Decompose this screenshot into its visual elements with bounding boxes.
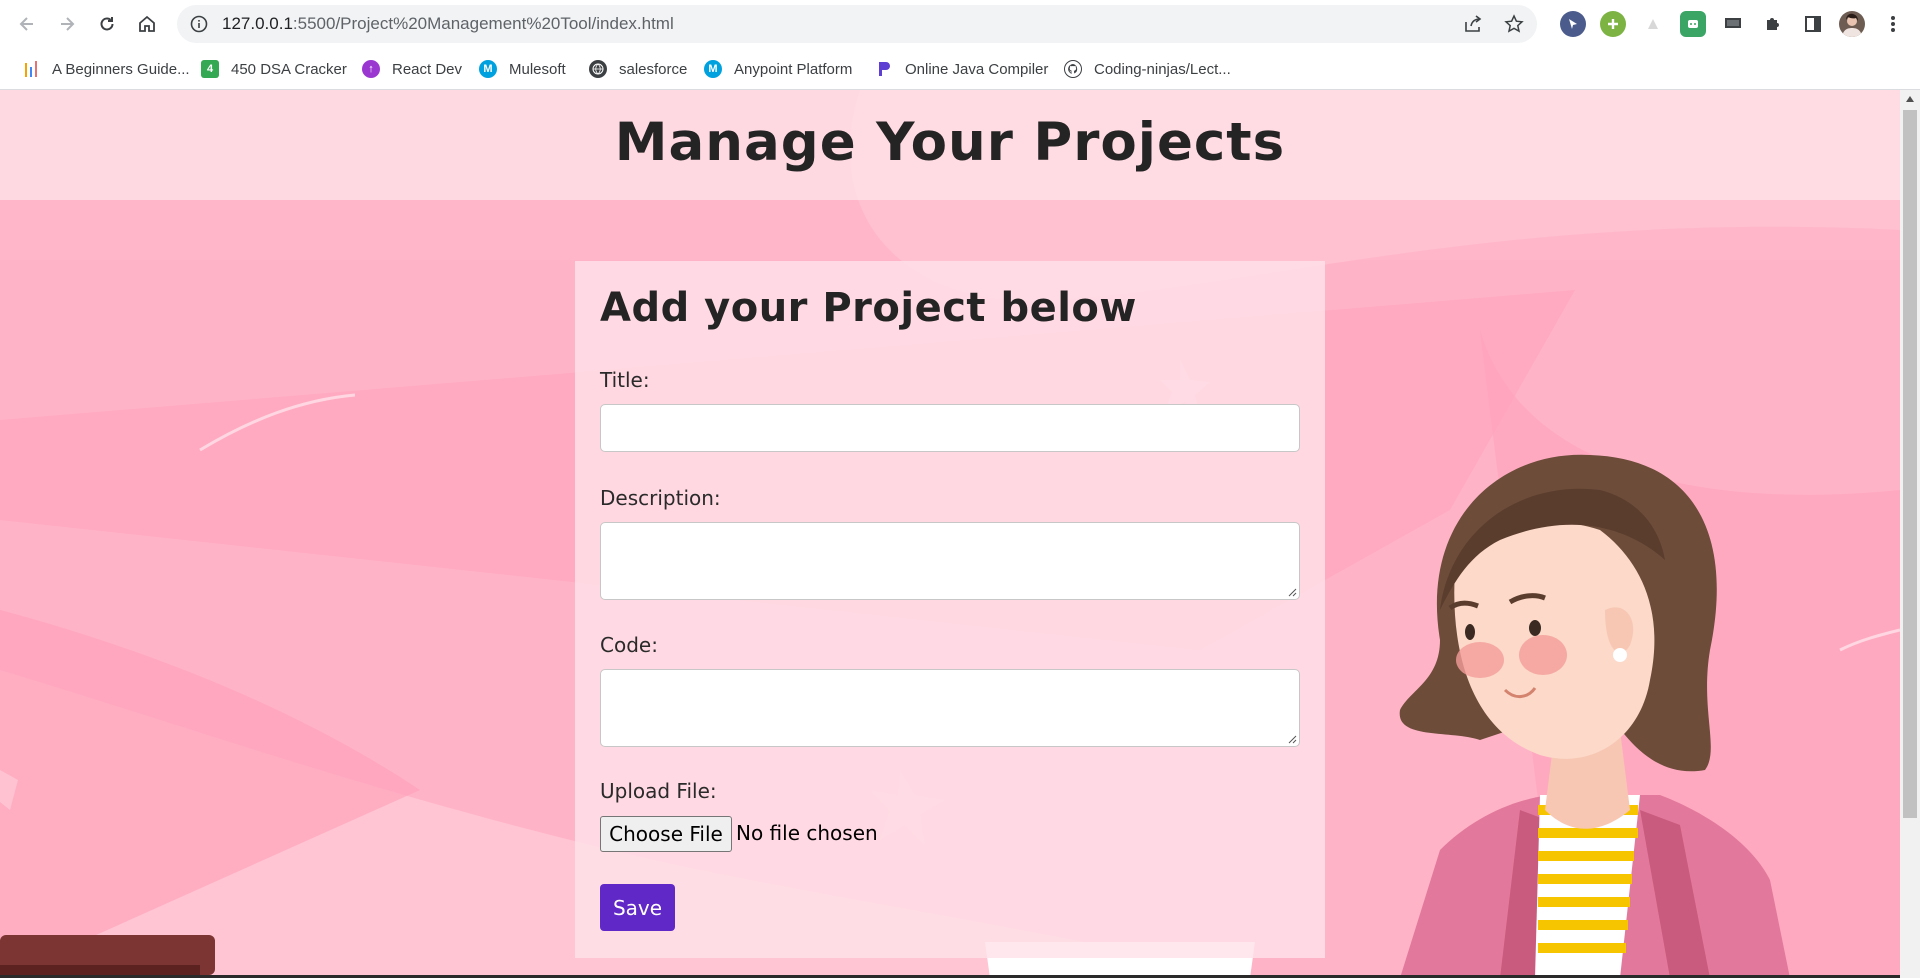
bookmark-coding-ninjas[interactable]: Coding-ninjas/Lect... [1064, 57, 1231, 81]
robot-icon [1688, 20, 1698, 28]
arrow-right-icon [61, 17, 75, 31]
reload-icon [100, 17, 114, 31]
extensions-button[interactable] [1760, 11, 1786, 37]
reload-button[interactable] [91, 8, 123, 40]
globe-icon [589, 60, 607, 78]
cursor-icon [1569, 19, 1577, 29]
bookmark-star-button[interactable] [1502, 12, 1526, 36]
scroll-up-button[interactable] [1900, 90, 1920, 107]
bookmark-mulesoft[interactable]: M Mulesoft [479, 57, 566, 81]
info-icon [190, 15, 208, 33]
side-panel-icon [1805, 16, 1821, 32]
bookmark-label: React Dev [392, 60, 463, 78]
resize-handle-icon[interactable] [1287, 734, 1297, 744]
home-icon [139, 15, 155, 32]
page-title: Manage Your Projects [614, 112, 1286, 173]
bookmarks-bar: A Beginners Guide... 4 450 DSA Cracker ↑… [0, 48, 1920, 90]
share-button[interactable] [1461, 12, 1485, 36]
bookmark-anypoint-platform[interactable]: M Anypoint Platform [704, 57, 852, 81]
add-project-form: Add your Project below Title: Descriptio… [575, 261, 1325, 958]
bookmark-online-java-compiler[interactable]: Online Java Compiler [875, 57, 1048, 81]
address-bar[interactable]: 127.0.0.1:5500/Project%20Management%20To… [177, 5, 1537, 43]
code-label: Code: [600, 633, 658, 657]
description-textarea[interactable] [600, 522, 1300, 600]
vertical-scrollbar[interactable] [1900, 90, 1920, 978]
star-icon [1504, 14, 1524, 33]
extension-cursor-button[interactable] [1560, 11, 1586, 37]
side-panel-button[interactable] [1800, 11, 1826, 37]
plus-icon [1608, 19, 1618, 29]
profile-avatar[interactable] [1839, 11, 1865, 37]
extension-plus-button[interactable] [1600, 11, 1626, 37]
bookmark-react-dev[interactable]: ↑ React Dev [362, 57, 462, 81]
code-textarea[interactable] [600, 669, 1300, 747]
scrollbar-thumb[interactable] [1903, 110, 1917, 818]
react-dev-icon: ↑ [362, 60, 380, 78]
resize-handle-icon[interactable] [1287, 587, 1297, 597]
page-viewport: Manage Your Projects Add your Project be… [0, 90, 1920, 978]
github-icon [1064, 60, 1082, 78]
bookmark-label: Coding-ninjas/Lect... [1094, 60, 1231, 78]
extension-triangle-button[interactable] [1640, 11, 1666, 37]
avatar-icon [1842, 13, 1862, 37]
page-header: Manage Your Projects [0, 90, 1900, 200]
bookmark-label: A Beginners Guide... [52, 60, 190, 78]
upload-file-label: Upload File: [600, 779, 717, 803]
bookmark-salesforce[interactable]: salesforce [589, 57, 687, 81]
bookmark-label: Online Java Compiler [905, 60, 1049, 78]
bookmark-label: salesforce [619, 60, 688, 78]
triangle-up-icon [1906, 95, 1914, 102]
home-button[interactable] [131, 8, 163, 40]
extension-monitor-button[interactable] [1720, 11, 1746, 37]
bookmark-beginners-guide[interactable]: A Beginners Guide... [22, 57, 190, 81]
browser-toolbar: 127.0.0.1:5500/Project%20Management%20To… [0, 0, 1920, 48]
triangle-icon [1648, 19, 1658, 29]
share-icon [1465, 15, 1482, 32]
back-button[interactable] [11, 8, 43, 40]
chrome-menu-button[interactable] [1880, 11, 1906, 37]
form-heading: Add your Project below [600, 285, 1137, 331]
mulesoft-icon: M [704, 60, 722, 78]
url-host: 127.0.0.1 [222, 14, 293, 33]
kebab-menu-icon [1891, 16, 1895, 32]
save-button[interactable]: Save [600, 884, 675, 931]
extension-robot-button[interactable] [1680, 11, 1706, 37]
forward-button[interactable] [51, 8, 83, 40]
site-info-button[interactable] [185, 10, 213, 38]
puzzle-icon [1767, 18, 1779, 30]
url-path: :5500/Project%20Management%20Tool/index.… [292, 14, 674, 33]
mulesoft-icon: M [479, 60, 497, 78]
url-text[interactable]: 127.0.0.1:5500/Project%20Management%20To… [222, 5, 674, 43]
arrow-left-icon [19, 17, 33, 31]
number-4-icon: 4 [201, 60, 219, 78]
bookmark-dsa-cracker[interactable]: 4 450 DSA Cracker [201, 57, 347, 81]
title-input[interactable] [600, 404, 1300, 452]
no-file-chosen-text: No file chosen [736, 821, 878, 845]
monitor-icon [1725, 18, 1741, 28]
programiz-icon [875, 60, 893, 78]
bookmark-label: Mulesoft [509, 60, 566, 78]
title-label: Title: [600, 368, 650, 392]
choose-file-button[interactable]: Choose File [600, 816, 732, 852]
description-label: Description: [600, 486, 721, 510]
bookmark-label: Anypoint Platform [734, 60, 853, 78]
bar-chart-icon [22, 60, 40, 78]
bookmark-label: 450 DSA Cracker [231, 60, 347, 78]
